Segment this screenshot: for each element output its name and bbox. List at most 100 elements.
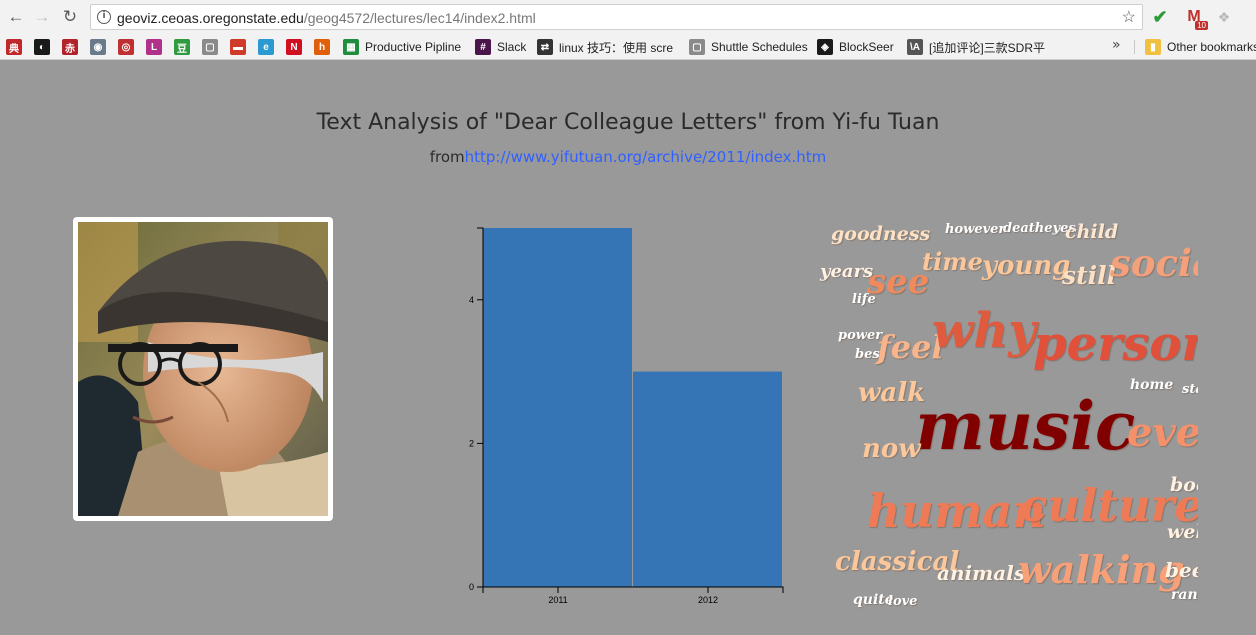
bookmark-favicon-icon: 典: [6, 39, 22, 55]
bookmark-item[interactable]: 赤: [62, 37, 78, 57]
bookmark-item[interactable]: ▢ Shuttle Schedules: [689, 37, 808, 57]
word-cloud-word: animals: [937, 561, 1026, 585]
back-icon[interactable]: ←: [5, 6, 27, 28]
bookmark-favicon-icon: L: [146, 39, 162, 55]
forward-icon[interactable]: →: [31, 6, 53, 28]
y-tick-label: 0: [469, 582, 474, 592]
subtitle-prefix: from: [429, 148, 465, 166]
bookmark-item[interactable]: ▢: [202, 37, 218, 57]
bookmark-favicon-icon: e: [258, 39, 274, 55]
word-cloud-word: goodness: [831, 223, 931, 245]
bookmark-item[interactable]: ▦ Productive Pipline: [343, 37, 461, 57]
bookmark-favicon-icon: h: [314, 39, 330, 55]
word-cloud-word: wel: [1167, 521, 1198, 543]
more-bookmarks-chevron[interactable]: »: [1112, 37, 1121, 53]
url-host: geoviz.ceoas.oregonstate.edu: [117, 10, 304, 26]
dropbox-extension-icon[interactable]: ❖: [1214, 7, 1234, 27]
bookmark-favicon-icon: ◉: [90, 39, 106, 55]
bookmark-item[interactable]: ⇄ linux 技巧：使用 scre: [537, 37, 677, 57]
word-cloud-word: home: [1130, 377, 1174, 393]
bookmark-label: Shuttle Schedules: [711, 40, 808, 54]
word-cloud-word: time: [922, 247, 983, 276]
source-link[interactable]: http://www.yifutuan.org/archive/2011/ind…: [465, 148, 827, 166]
word-cloud-word: bee: [1165, 558, 1198, 582]
word-cloud-word: ran: [1171, 587, 1198, 603]
bookmark-label: Productive Pipline: [365, 40, 462, 54]
word-cloud-word: music: [915, 387, 1136, 465]
word-cloud-word: walking: [1018, 547, 1185, 592]
url-path: /geog4572/lectures/lec14/index2.html: [303, 10, 536, 26]
word-cloud-word: even: [1127, 409, 1198, 456]
word-cloud-word: see: [867, 262, 930, 302]
page-subtitle: fromhttp://www.yifutuan.org/archive/2011…: [0, 148, 1256, 166]
bookmark-favicon-icon: ▬: [230, 39, 246, 55]
portrait-photo: [78, 222, 328, 516]
gmail-extension-icon[interactable]: M 10: [1184, 7, 1208, 30]
word-cloud-word: still: [1062, 261, 1117, 290]
word-cloud-word: young: [982, 251, 1071, 281]
y-axis: [477, 227, 484, 588]
bookmark-item[interactable]: h: [314, 37, 330, 57]
reload-icon[interactable]: ↻: [59, 6, 81, 28]
bookmark-item[interactable]: L: [146, 37, 162, 57]
bookmark-item[interactable]: 典: [6, 37, 22, 57]
bookmark-favicon-icon: ◎: [118, 39, 134, 55]
bookmark-label: Slack: [497, 40, 527, 54]
word-cloud-word: child: [1065, 221, 1119, 243]
bookmark-favicon-icon: ▦: [343, 39, 359, 55]
y-tick-label: 2: [469, 438, 474, 448]
y-tick-label: 4: [469, 295, 474, 305]
bookmark-favicon-icon: #: [475, 39, 491, 55]
bookmarks-bar: » 典 ◐ 赤 ◉ ◎ L 豆 ▢ ▬ e Nh ▦ Productive Pipline # Slack ⇄…: [0, 34, 1256, 60]
bookmark-item[interactable]: 豆: [174, 37, 190, 57]
address-bar[interactable]: i geoviz.ceoas.oregonstate.edu/geog4572/…: [90, 4, 1143, 30]
bookmark-item[interactable]: ▮ Other bookmarks: [1145, 37, 1256, 57]
word-cloud-word: power: [838, 328, 883, 343]
word-cloud: goodness however deatheyes child years see tim…: [815, 215, 1198, 615]
word-cloud-word: person: [1033, 316, 1198, 372]
bookmark-item[interactable]: \A [追加评论]三款SDR平: [907, 37, 1047, 57]
bookmark-favicon-icon: \A: [907, 39, 923, 55]
bookmark-item[interactable]: ◎: [118, 37, 134, 57]
checkmark-extension-icon[interactable]: ✔: [1150, 7, 1170, 27]
bookmark-label: [追加评论]三款SDR平: [929, 40, 1046, 55]
bookmark-item[interactable]: ▬: [230, 37, 246, 57]
bar-2011: [483, 228, 632, 587]
x-axis: [482, 586, 784, 593]
x-tick-label: 2012: [698, 595, 718, 605]
bookmark-star-icon[interactable]: ☆: [1122, 7, 1136, 27]
x-tick-label: 2011: [548, 595, 567, 605]
word-cloud-word: why: [932, 303, 1037, 359]
word-cloud-word: social: [1110, 241, 1198, 285]
bookmark-item[interactable]: e: [258, 37, 274, 57]
bookmark-label: BlockSeer: [839, 40, 894, 54]
word-cloud-word: human: [867, 484, 1046, 538]
bookmark-item[interactable]: # Slack: [475, 37, 526, 57]
bookmark-item[interactable]: ◉: [90, 37, 106, 57]
bookmark-favicon-icon: 豆: [174, 39, 190, 55]
word-cloud-word: now: [862, 434, 921, 464]
bookmark-favicon-icon: ⇄: [537, 39, 553, 55]
page-title: Text Analysis of "Dear Colleague Letters…: [316, 110, 940, 135]
bookmark-item[interactable]: N: [286, 37, 302, 57]
bookmark-favicon-icon: 赤: [62, 39, 78, 55]
bookmark-item[interactable]: ◐: [34, 37, 50, 57]
bookmark-favicon-icon: ▮: [1145, 39, 1161, 55]
word-cloud-word: sta: [1182, 382, 1198, 397]
info-icon[interactable]: i: [97, 10, 111, 24]
word-cloud-word: years: [820, 261, 874, 282]
bar-chart: 0 2 4 2011 2012: [469, 227, 784, 605]
word-cloud-word: love: [888, 594, 918, 609]
bookmark-favicon-icon: ◈: [817, 39, 833, 55]
word-cloud-word: however: [945, 222, 1006, 237]
portrait-photo-frame: [73, 217, 333, 521]
browser-toolbar: ← → ↻ i geoviz.ceoas.oregonstate.edu/geo…: [0, 0, 1256, 34]
bookmark-item[interactable]: ◈ BlockSeer: [817, 37, 894, 57]
url-text[interactable]: geoviz.ceoas.oregonstate.edu/geog4572/le…: [117, 10, 536, 26]
bookmark-favicon-icon: ▢: [202, 39, 218, 55]
gmail-unread-count: 10: [1195, 21, 1208, 30]
bookmark-label: Other bookmarks: [1167, 40, 1256, 54]
bookmarks-separator: [1134, 40, 1135, 54]
bookmark-favicon-icon: ◐: [34, 39, 50, 55]
bar-2012: [633, 371, 782, 587]
